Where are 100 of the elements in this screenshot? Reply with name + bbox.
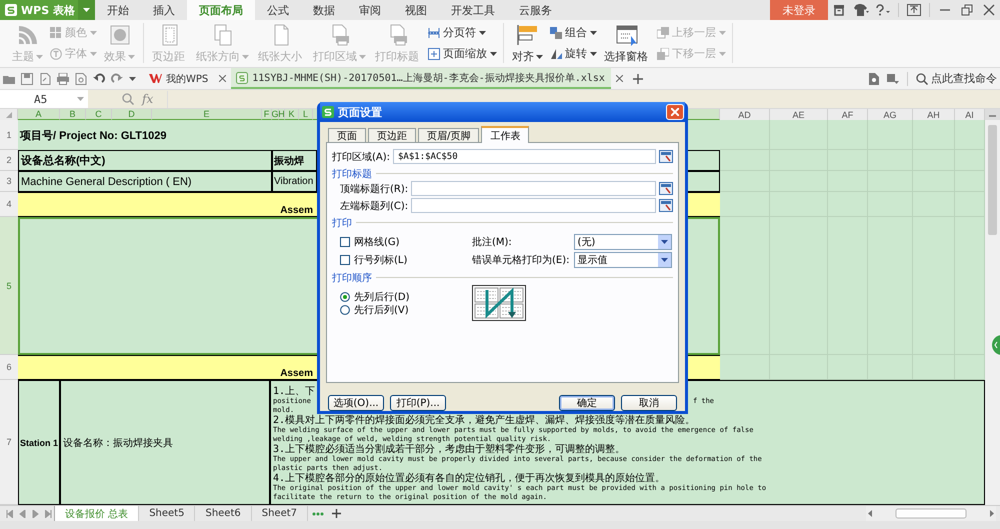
redo-icon[interactable] bbox=[111, 72, 123, 84]
menu-tab[interactable]: 开发工具 bbox=[439, 0, 507, 20]
caret-down-icon bbox=[359, 54, 366, 58]
row-header[interactable]: 5 bbox=[0, 217, 18, 355]
dialog-tab[interactable]: 页边距 bbox=[368, 128, 416, 142]
upload-icon[interactable] bbox=[907, 4, 921, 16]
column-header[interactable]: AF bbox=[828, 109, 868, 120]
menu-tab[interactable]: 云服务 bbox=[507, 0, 564, 20]
w-logo-icon bbox=[149, 73, 162, 84]
row-header[interactable]: 1 bbox=[0, 120, 18, 150]
pdf-export-icon[interactable] bbox=[39, 72, 51, 84]
row-header[interactable]: 3 bbox=[0, 171, 18, 192]
checkbox[interactable] bbox=[340, 255, 350, 265]
column-header[interactable]: L bbox=[299, 109, 313, 120]
text-field[interactable]: $A$1:$AC$50 bbox=[393, 149, 656, 164]
ribbon-button[interactable]: 组合 bbox=[550, 24, 597, 41]
print-icon[interactable] bbox=[57, 72, 69, 84]
ribbon-button[interactable]: 分页符 bbox=[428, 24, 497, 41]
dialog-tab[interactable]: 页眉/页脚 bbox=[418, 128, 480, 142]
range-select-icon[interactable] bbox=[659, 182, 673, 195]
row-header[interactable]: 4 bbox=[0, 192, 18, 217]
save-icon[interactable] bbox=[21, 72, 33, 84]
close-button[interactable] bbox=[666, 104, 684, 120]
command-search-button[interactable]: 点此查找命令 bbox=[916, 71, 997, 86]
document-tab[interactable]: 11SYBJ-MHME(SH)-20170501…上海曼胡-李克会-振动焊接夹具报价单.xlsx bbox=[231, 68, 611, 89]
add-sheet-icon[interactable] bbox=[332, 509, 342, 518]
caret-down-icon bbox=[660, 258, 668, 262]
vertical-scrollbar[interactable] bbox=[985, 109, 1000, 505]
column-header[interactable]: D bbox=[112, 109, 152, 120]
ribbon-button[interactable]: 页面缩放 bbox=[428, 45, 497, 62]
spreadsheet-file-icon bbox=[236, 72, 248, 84]
caret-down-icon bbox=[590, 52, 597, 56]
table-cell-text: 项目号/ Project No: GLT1029 bbox=[18, 128, 168, 144]
document-tab[interactable]: 我的WPS bbox=[144, 68, 214, 89]
row-header[interactable]: 6 bbox=[0, 355, 18, 380]
menu-tab[interactable]: 公式 bbox=[255, 0, 301, 20]
dropdown-field[interactable]: (无) bbox=[574, 234, 672, 250]
dropdown-field[interactable]: 显示值 bbox=[574, 252, 672, 268]
text-field[interactable] bbox=[411, 181, 656, 196]
text-field[interactable] bbox=[411, 198, 656, 213]
name-box[interactable]: A5 bbox=[0, 90, 88, 108]
dialog-button[interactable]: 打印(P)... bbox=[390, 395, 446, 411]
column-header[interactable]: H bbox=[279, 109, 285, 120]
menu-tab[interactable]: 数据 bbox=[301, 0, 347, 20]
menu-tab[interactable]: 页面布局 bbox=[187, 0, 255, 20]
undo-icon[interactable] bbox=[93, 72, 105, 84]
column-header[interactable]: AE bbox=[770, 109, 828, 120]
column-header[interactable]: AD bbox=[720, 109, 770, 120]
section-heading: 打印标题 bbox=[332, 168, 372, 180]
restore-icon[interactable] bbox=[961, 4, 973, 16]
side-handle-icon[interactable] bbox=[992, 335, 1000, 355]
more-sheets-icon[interactable] bbox=[312, 512, 324, 516]
next-sheet-icon[interactable] bbox=[32, 510, 39, 518]
column-header[interactable]: C bbox=[86, 109, 112, 120]
column-header[interactable]: A bbox=[18, 109, 60, 120]
sheet-tab[interactable]: 设备报价 总表 bbox=[55, 506, 140, 521]
shirt-icon[interactable] bbox=[853, 4, 869, 16]
row-header[interactable]: 2 bbox=[0, 150, 18, 171]
add-tab-icon[interactable] bbox=[632, 74, 643, 84]
column-header[interactable]: F bbox=[262, 109, 272, 120]
dialog-tab[interactable]: 工作表 bbox=[481, 126, 530, 143]
ribbon-button[interactable]: 对齐 bbox=[510, 23, 545, 63]
menu-tab[interactable]: 插入 bbox=[141, 0, 187, 20]
close-icon[interactable] bbox=[983, 4, 995, 16]
last-sheet-icon[interactable] bbox=[45, 510, 52, 518]
column-header[interactable]: K bbox=[285, 109, 299, 120]
dialog-button[interactable]: 取消 bbox=[621, 395, 677, 411]
caret-down-icon bbox=[536, 54, 543, 58]
archive-box-icon[interactable] bbox=[833, 4, 845, 16]
dialog-button[interactable]: 选项(O)... bbox=[328, 395, 384, 411]
menu-tab[interactable]: 开始 bbox=[95, 0, 141, 20]
login-button[interactable]: 未登录 bbox=[770, 0, 828, 20]
radio-button[interactable] bbox=[340, 304, 350, 314]
dialog-tab[interactable]: 页面 bbox=[328, 128, 366, 142]
ribbon-button[interactable]: 旋转 bbox=[550, 45, 597, 62]
range-select-icon[interactable] bbox=[659, 150, 673, 163]
column-header[interactable]: G bbox=[272, 109, 279, 120]
range-select-icon[interactable] bbox=[659, 199, 673, 212]
horizontal-scrollbar[interactable] bbox=[866, 506, 996, 521]
column-header[interactable]: AH bbox=[913, 109, 955, 120]
menu-tab[interactable]: 审阅 bbox=[347, 0, 393, 20]
print-preview-icon[interactable] bbox=[75, 72, 87, 84]
column-header[interactable]: AG bbox=[868, 109, 913, 120]
menu-tab[interactable]: 视图 bbox=[393, 0, 439, 20]
customize-toolbar-button[interactable] bbox=[129, 76, 136, 80]
checkbox[interactable] bbox=[340, 237, 350, 247]
row-header[interactable]: 7 bbox=[0, 380, 18, 505]
previous-sheet-icon[interactable] bbox=[19, 510, 26, 518]
ribbon-button[interactable]: 选择窗格 bbox=[602, 23, 652, 63]
radio-button[interactable] bbox=[340, 292, 350, 302]
document-icon[interactable] bbox=[869, 72, 879, 84]
app-menu-dropdown[interactable] bbox=[78, 0, 95, 20]
column-header[interactable]: B bbox=[60, 109, 86, 120]
zoom-icon[interactable] bbox=[122, 93, 134, 105]
help-icon[interactable] bbox=[875, 4, 891, 16]
caret-down-icon bbox=[83, 8, 90, 12]
first-sheet-icon[interactable] bbox=[6, 510, 13, 518]
dialog-button[interactable]: 确定 bbox=[559, 395, 615, 411]
column-header[interactable]: E bbox=[152, 109, 262, 120]
list-dropdown-icon[interactable] bbox=[887, 72, 899, 84]
